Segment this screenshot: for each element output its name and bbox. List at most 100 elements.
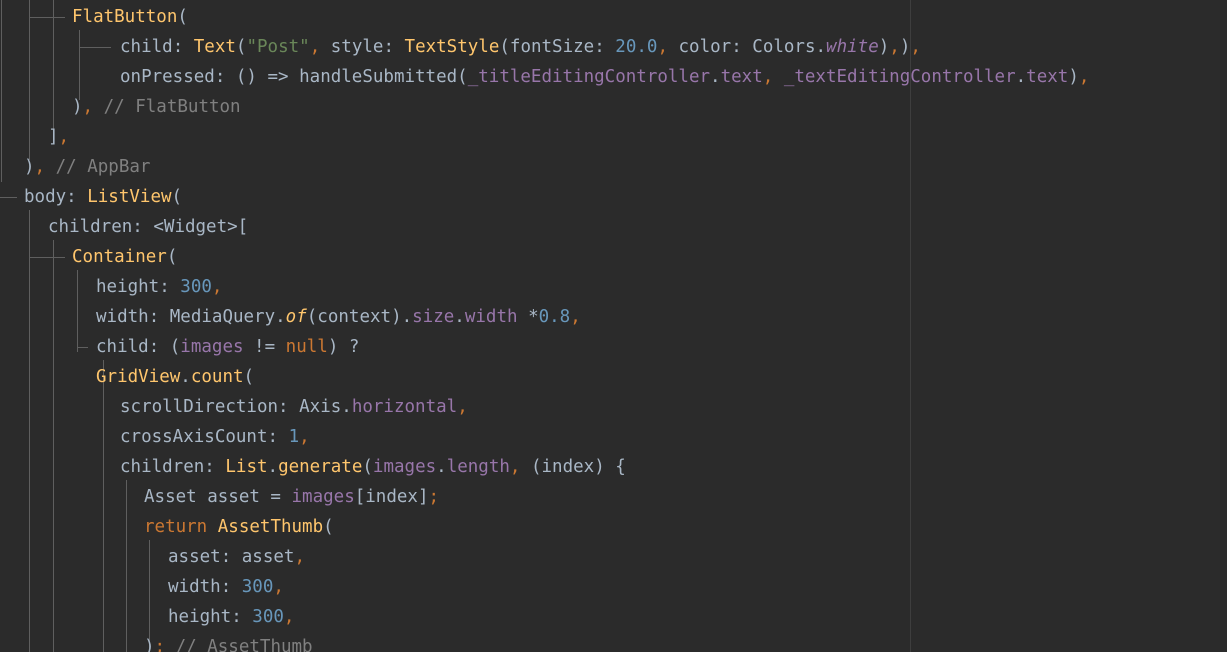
code-token: : xyxy=(66,187,88,207)
code-token: child xyxy=(120,37,173,57)
code-token: * xyxy=(517,307,539,327)
code-token: . xyxy=(436,457,447,477)
code-token: , xyxy=(910,37,921,57)
code-token: // AppBar xyxy=(55,157,151,177)
code-token: body xyxy=(24,187,67,207)
code-token: ) xyxy=(1068,67,1079,87)
code-token: ; xyxy=(428,487,440,507)
code-token: MediaQuery xyxy=(169,307,276,327)
indent-guide-line xyxy=(53,240,54,652)
code-line[interactable]: ), // FlatButton xyxy=(72,92,241,122)
indent-guide-line xyxy=(29,210,30,652)
code-token: : xyxy=(220,547,242,567)
indent-guide-line xyxy=(126,480,127,652)
code-token: , xyxy=(58,127,70,147)
code-line[interactable]: children: List.generate(images.length, (… xyxy=(120,452,626,482)
code-token: 0.8 xyxy=(538,307,571,327)
code-line[interactable]: GridView.count( xyxy=(96,362,254,392)
code-line[interactable]: asset: asset, xyxy=(168,542,305,572)
code-line[interactable]: onPressed: () => handleSubmitted(_titleE… xyxy=(120,62,1089,92)
code-token: : xyxy=(148,307,170,327)
code-token: [index] xyxy=(354,487,429,507)
code-token: != xyxy=(243,337,286,357)
code-token: , xyxy=(294,547,305,567)
code-token: , xyxy=(211,277,223,297)
code-line[interactable]: ], xyxy=(48,122,69,152)
code-token: : xyxy=(267,427,289,447)
code-token: 1 xyxy=(288,427,300,447)
code-token: ) xyxy=(878,37,890,57)
code-token: text xyxy=(1026,67,1069,87)
code-token: : xyxy=(172,37,194,57)
code-token: ( xyxy=(362,457,373,477)
code-token: : < xyxy=(132,217,164,237)
code-token: : xyxy=(204,457,226,477)
code-token: images xyxy=(180,337,244,357)
code-token: Text xyxy=(193,37,236,57)
code-token: , xyxy=(299,427,310,447)
code-token: ). xyxy=(391,307,413,327)
code-token: FlatButton xyxy=(72,7,178,27)
code-token: ) xyxy=(144,637,155,652)
code-token: TextStyle xyxy=(404,37,500,57)
code-token: ( xyxy=(499,37,510,57)
code-token: . xyxy=(275,307,286,327)
code-line[interactable]: child: (images != null) ? xyxy=(96,332,359,362)
code-line[interactable]: Asset asset = images[index]; xyxy=(144,482,439,512)
code-token: child xyxy=(96,337,149,357)
code-token: , xyxy=(570,307,581,327)
code-editor[interactable]: FlatButton(child: Text("Post", style: Te… xyxy=(0,0,1227,652)
indent-guide-connector xyxy=(79,47,111,48)
code-token: ListView xyxy=(87,187,172,207)
code-token: "Post" xyxy=(246,37,310,57)
code-token: handleSubmitted xyxy=(299,67,458,87)
code-line[interactable]: ), // AppBar xyxy=(24,152,150,182)
code-token: , xyxy=(657,37,679,57)
code-token: , xyxy=(273,577,284,597)
code-token: : xyxy=(383,37,405,57)
code-token: List xyxy=(225,457,268,477)
code-line[interactable]: height: 300, xyxy=(96,272,222,302)
code-token: fontSize xyxy=(509,37,595,57)
code-token: style xyxy=(330,37,384,57)
code-token: ( xyxy=(306,307,318,327)
code-token: ( xyxy=(166,247,178,267)
code-line[interactable]: crossAxisCount: 1, xyxy=(120,422,310,452)
code-token: : xyxy=(159,277,181,297)
code-token: height xyxy=(96,277,160,297)
code-token: ( xyxy=(235,37,247,57)
code-token: ; xyxy=(154,637,176,652)
code-token: // FlatButton xyxy=(103,97,241,117)
code-line[interactable]: body: ListView( xyxy=(24,182,182,212)
code-token: null xyxy=(285,337,328,357)
code-token: ( xyxy=(177,7,188,27)
code-token: ] xyxy=(48,127,59,147)
right-margin-guide xyxy=(910,0,911,652)
code-line[interactable]: children: <Widget>[ xyxy=(48,212,248,242)
code-token: , xyxy=(762,67,784,87)
code-line[interactable]: child: Text("Post", style: TextStyle(fon… xyxy=(120,32,921,62)
code-token: , xyxy=(309,37,331,57)
code-line[interactable]: return AssetThumb( xyxy=(144,512,334,542)
code-token: of xyxy=(285,307,307,327)
code-token: scrollDirection xyxy=(120,397,279,417)
code-line[interactable]: height: 300, xyxy=(168,602,294,632)
code-line[interactable]: scrollDirection: Axis.horizontal, xyxy=(120,392,468,422)
code-token: Asset asset = xyxy=(144,487,292,507)
indent-guide-line xyxy=(29,0,30,160)
code-token: , xyxy=(457,397,468,417)
code-token: onPressed xyxy=(120,67,215,87)
code-line[interactable]: width: 300, xyxy=(168,572,284,602)
code-line[interactable]: ); // AssetThumb xyxy=(144,632,313,652)
code-line[interactable]: Container( xyxy=(72,242,177,272)
code-line[interactable]: FlatButton( xyxy=(72,2,188,32)
code-token: Axis xyxy=(299,397,342,417)
indent-guide-line xyxy=(53,0,54,130)
code-token: 300 xyxy=(241,577,274,597)
code-token: asset xyxy=(168,547,221,567)
code-token: _titleEditingController xyxy=(467,67,711,87)
code-line[interactable]: width: MediaQuery.of(context).size.width… xyxy=(96,302,581,332)
code-token: , xyxy=(509,457,531,477)
code-token: generate xyxy=(278,457,363,477)
indent-guide-line xyxy=(79,30,80,100)
